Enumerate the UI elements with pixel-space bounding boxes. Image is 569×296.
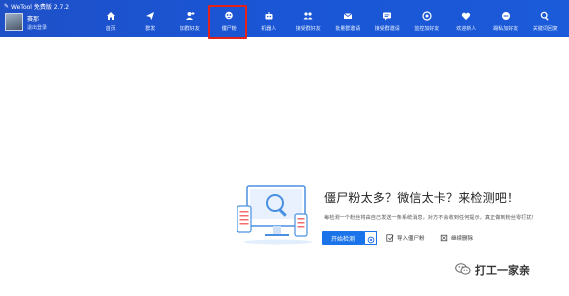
import-icon bbox=[386, 234, 394, 242]
nav-item-mass-send[interactable]: 群发 bbox=[131, 0, 171, 37]
nav-item-home[interactable]: 首页 bbox=[91, 0, 131, 37]
nav-item-robot[interactable]: 机器人 bbox=[249, 0, 289, 37]
welcome-icon bbox=[460, 10, 472, 22]
nav-label: 踢私加好友 bbox=[493, 26, 519, 32]
nav-label: 首页 bbox=[105, 26, 116, 32]
nav-item-batch-group-invite[interactable]: 批量群邀请 bbox=[328, 0, 368, 37]
home-icon bbox=[105, 10, 117, 22]
nav-item-zombie-fans[interactable]: 僵尸粉 bbox=[210, 0, 250, 37]
nav-label: 接受群好友 bbox=[295, 26, 321, 32]
nav-item-add-group-friends[interactable]: 加群好友 bbox=[170, 0, 210, 37]
monitor-icon bbox=[421, 10, 433, 22]
group-invite-icon bbox=[381, 10, 393, 22]
nav-label: 接受群邀请 bbox=[374, 26, 400, 32]
nav-label: 加群好友 bbox=[179, 26, 200, 32]
keyword-reply-icon bbox=[539, 10, 551, 22]
zombie-icon bbox=[223, 10, 235, 22]
nav-item-welcome-newcomers[interactable]: 欢迎新人 bbox=[447, 0, 487, 37]
watermark-text: 打工一家亲 bbox=[475, 264, 530, 277]
user-name: 赛那 bbox=[27, 16, 40, 23]
nav-item-keyword-reply[interactable]: 关键词回复 bbox=[526, 0, 566, 37]
add-friend-icon bbox=[184, 10, 196, 22]
import-zombie-fans-button[interactable]: 导入僵尸粉 bbox=[386, 233, 425, 243]
nav-label: 监控加好友 bbox=[414, 26, 440, 32]
wechat-icon bbox=[455, 262, 471, 279]
nav-label: 欢迎新人 bbox=[456, 26, 477, 32]
nav-item-kick-add-friends[interactable]: 踢私加好友 bbox=[486, 0, 526, 37]
send-icon bbox=[144, 10, 156, 22]
import-label: 导入僵尸粉 bbox=[397, 236, 425, 242]
start-detection-button[interactable]: 开始检测 bbox=[322, 231, 364, 245]
watermark: 打工一家亲 bbox=[455, 262, 530, 278]
nav-item-monitor-add-friends[interactable]: 监控加好友 bbox=[407, 0, 447, 37]
continue-delete-button[interactable]: 继续删除 bbox=[440, 233, 473, 243]
delete-icon bbox=[440, 234, 448, 242]
nav-item-accept-group-friends[interactable]: 接受群好友 bbox=[289, 0, 329, 37]
top-header: ✎ WeTool 免费版 2.7.2 赛那 退出登录 首页 群发 加群好友 僵尸… bbox=[0, 0, 569, 37]
nav-item-accept-group-invite[interactable]: 接受群邀请 bbox=[368, 0, 408, 37]
nav-label: 群发 bbox=[145, 26, 156, 32]
accept-friend-icon bbox=[302, 10, 314, 22]
nav-label: 关键词回复 bbox=[532, 26, 558, 32]
clear-label: 继续删除 bbox=[451, 236, 474, 242]
detect-illustration bbox=[236, 184, 319, 246]
nav-label: 僵尸粉 bbox=[221, 26, 237, 32]
settings-button[interactable] bbox=[364, 231, 377, 245]
page-description: 每检测一个粉丝将由自己发送一条系统消息，对方不会收到任何提示，真正做到粉丝零打扰… bbox=[324, 215, 537, 221]
nav-label: 机器人 bbox=[261, 26, 277, 32]
mail-icon bbox=[342, 10, 354, 22]
avatar[interactable] bbox=[5, 13, 23, 31]
page-headline: 僵尸粉太多？微信太卡？来检测吧！ bbox=[324, 191, 520, 205]
gear-icon bbox=[367, 229, 375, 248]
kick-icon bbox=[500, 10, 512, 22]
top-nav: 首页 群发 加群好友 僵尸粉 机器人 接受群好友 批量群邀请 接受群邀请 监控加… bbox=[91, 0, 565, 37]
logout-link[interactable]: 退出登录 bbox=[27, 24, 47, 31]
robot-icon bbox=[263, 10, 275, 22]
title-bar: ✎ WeTool 免费版 2.7.2 bbox=[4, 2, 69, 11]
nav-label: 批量群邀请 bbox=[335, 26, 361, 32]
wrench-icon: ✎ bbox=[4, 3, 10, 10]
app-title: WeTool 免费版 2.7.2 bbox=[11, 4, 70, 11]
